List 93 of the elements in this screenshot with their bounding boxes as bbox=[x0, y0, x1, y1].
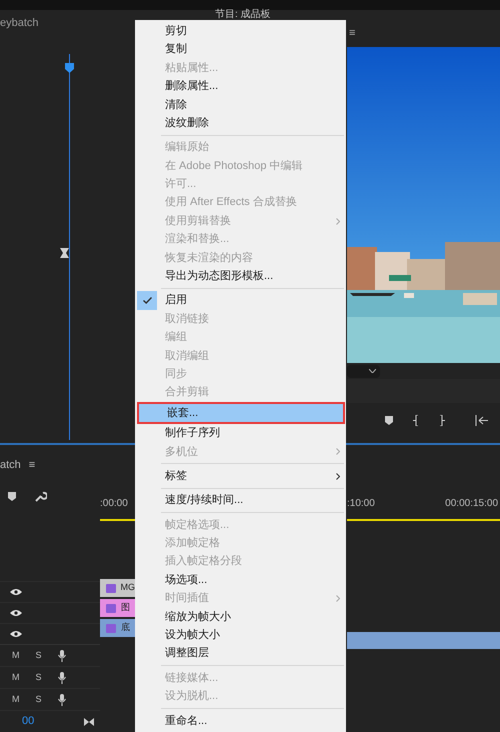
playhead-handle[interactable] bbox=[65, 63, 74, 73]
menu-item[interactable]: 调整图层 bbox=[137, 644, 346, 663]
menu-item-label: 取消编组 bbox=[165, 348, 210, 364]
fx-badge bbox=[106, 584, 116, 592]
menu-item-label: 粘贴属性... bbox=[165, 60, 220, 76]
menu-item-label: 嵌套... bbox=[167, 406, 200, 421]
eye-icon[interactable] bbox=[10, 588, 22, 596]
menu-item[interactable]: 复制 bbox=[137, 40, 346, 59]
menu-item[interactable]: 剪切 bbox=[137, 22, 346, 40]
panel-title[interactable]: eybatch bbox=[0, 14, 39, 32]
menu-item[interactable]: 场选项... bbox=[137, 570, 346, 590]
time-value[interactable]: 00 bbox=[22, 713, 34, 730]
wrench-icon[interactable] bbox=[34, 490, 47, 504]
menu-item-label: 时间插值 bbox=[165, 591, 210, 606]
marker-icon[interactable] bbox=[385, 416, 393, 425]
menu-item-label: 重命名... bbox=[165, 714, 208, 729]
menu-item[interactable]: 制作子序列 bbox=[137, 424, 346, 443]
zoom-dropdown[interactable] bbox=[347, 364, 380, 378]
menu-item-label: 清除 bbox=[165, 98, 188, 112]
clip[interactable]: 底 bbox=[100, 619, 135, 637]
panel-title[interactable]: atch bbox=[0, 457, 21, 474]
menu-item-label: 启用 bbox=[165, 292, 188, 308]
menu-item-label: 取消链接 bbox=[165, 312, 210, 327]
menu-item-label: 帧定格选项... bbox=[165, 518, 230, 533]
chevron-down-icon bbox=[369, 369, 376, 373]
menu-item-label: 恢复未渲染的内容 bbox=[165, 250, 254, 266]
mute-toggle[interactable]: M bbox=[12, 670, 20, 684]
menu-item-label: 多机位 bbox=[165, 444, 199, 460]
menu-item-label: 插入帧定格分段 bbox=[165, 554, 243, 570]
menu-item-label: 渲染和替换... bbox=[165, 232, 230, 248]
microphone-icon[interactable] bbox=[58, 694, 66, 706]
eye-icon[interactable] bbox=[10, 630, 22, 638]
menu-item-label: 速度/持续时间... bbox=[165, 492, 244, 508]
menu-item[interactable]: 重命名... bbox=[137, 712, 346, 730]
microphone-icon[interactable] bbox=[58, 672, 66, 684]
menu-item-label: 许可... bbox=[165, 177, 198, 192]
menu-item[interactable]: 嵌套... bbox=[139, 404, 343, 422]
menu-item[interactable]: 删除属性... bbox=[137, 77, 346, 96]
panel-title[interactable]: 节目: 成品板 bbox=[215, 10, 347, 20]
menu-item[interactable]: 缩放为帧大小 bbox=[137, 608, 346, 626]
panel-menu-glyph[interactable]: ≡ bbox=[349, 27, 356, 39]
menu-item-label: 标签 bbox=[165, 468, 188, 484]
menu-item-label: 合并剪辑 bbox=[165, 384, 210, 400]
menu-item-label: 使用 After Effects 合成替换 bbox=[165, 195, 298, 210]
menu-item-label: 波纹删除 bbox=[165, 116, 210, 131]
clip[interactable]: MG bbox=[100, 579, 135, 597]
panel-menu-glyph[interactable]: ≡ bbox=[28, 457, 36, 474]
timecode: :00:00 bbox=[100, 497, 128, 511]
menu-item-label: 使用剪辑替换 bbox=[165, 214, 232, 229]
clip[interactable]: 图 bbox=[100, 599, 135, 617]
menu-item[interactable]: 速度/持续时间... bbox=[137, 491, 346, 510]
menu-item-label: 场选项... bbox=[165, 572, 208, 588]
menu-item-label: 调整图层 bbox=[165, 646, 210, 662]
menu-item-label: 设为帧大小 bbox=[165, 628, 221, 644]
snap-icon[interactable] bbox=[84, 718, 94, 726]
timecode: :10:00 bbox=[347, 497, 375, 511]
mute-toggle[interactable]: M bbox=[12, 648, 20, 662]
solo-toggle[interactable]: S bbox=[36, 670, 42, 684]
clip-label: MG bbox=[120, 581, 135, 594]
fx-badge bbox=[106, 604, 116, 612]
menu-item-label: 剪切 bbox=[165, 24, 188, 39]
menu-item-label: 导出为动态图形模板... bbox=[165, 268, 274, 284]
menu-item-label: 制作子序列 bbox=[165, 426, 221, 442]
menu-item-label: 设为脱机... bbox=[165, 689, 220, 704]
menu-item-label: 编组 bbox=[165, 330, 188, 346]
mark-out-icon[interactable] bbox=[439, 415, 445, 426]
solo-toggle[interactable]: S bbox=[36, 692, 42, 706]
mark-in-icon[interactable] bbox=[413, 415, 419, 426]
eye-icon[interactable] bbox=[10, 609, 22, 618]
menu-item[interactable]: 标签 bbox=[137, 466, 346, 486]
menu-item-label: 编辑原始 bbox=[165, 140, 210, 156]
menu-item[interactable]: 设为帧大小 bbox=[137, 626, 346, 644]
menu-item[interactable]: 启用 bbox=[137, 291, 346, 310]
mute-toggle[interactable]: M bbox=[12, 692, 20, 706]
menu-item-label: 在 Adobe Photoshop 中编辑 bbox=[165, 158, 304, 174]
menu-item-label: 缩放为帧大小 bbox=[165, 610, 232, 625]
menu-item[interactable]: 波纹删除 bbox=[137, 114, 346, 132]
clip[interactable] bbox=[347, 632, 500, 649]
timecode: 00:00:15:00 bbox=[445, 497, 498, 511]
solo-toggle[interactable]: S bbox=[36, 648, 42, 662]
microphone-icon[interactable] bbox=[58, 650, 66, 662]
menu-item[interactable]: 导出为动态图形模板... bbox=[137, 267, 346, 286]
menu-item-label: 同步 bbox=[165, 366, 188, 382]
marker-icon[interactable] bbox=[8, 492, 16, 502]
menu-item-label: 链接媒体... bbox=[165, 670, 220, 686]
clip-label: 底 bbox=[121, 621, 130, 634]
menu-item[interactable]: 清除 bbox=[137, 96, 346, 114]
menu-item-label: 添加帧定格 bbox=[165, 536, 221, 552]
menu-item-label: 删除属性... bbox=[165, 79, 220, 94]
menu-item-label: 复制 bbox=[165, 42, 188, 58]
fx-badge bbox=[106, 624, 116, 632]
clip-label: 图 bbox=[121, 601, 130, 614]
go-to-in-icon[interactable] bbox=[475, 415, 488, 426]
